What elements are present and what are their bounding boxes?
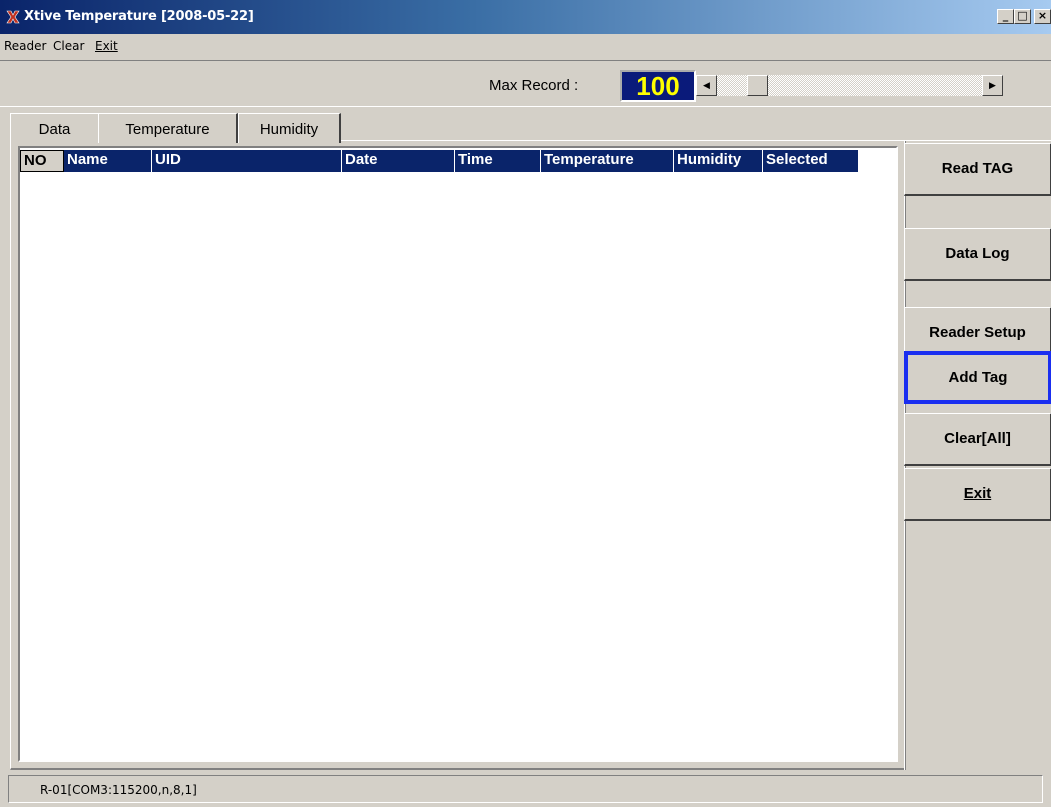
tab-data[interactable]: Data [10, 113, 98, 143]
col-uid[interactable]: UID [152, 150, 342, 172]
col-selected[interactable]: Selected [763, 150, 859, 172]
data-log-button[interactable]: Data Log [904, 228, 1051, 281]
arrow-left-icon[interactable]: ◀ [696, 75, 717, 96]
col-temperature[interactable]: Temperature [541, 150, 674, 172]
close-button[interactable]: × [1034, 9, 1051, 24]
window-title: Xtive Temperature [2008-05-22] [24, 9, 254, 24]
max-record-value: 100 [620, 70, 696, 102]
tab-humidity[interactable]: Humidity [238, 113, 341, 143]
title-bar[interactable]: Xtive Temperature [2008-05-22] _ □ × [0, 0, 1051, 34]
status-text: R-01[COM3:115200,n,8,1] [40, 783, 197, 797]
data-list[interactable]: NO Name UID Date Time Temperature Humidi… [18, 146, 898, 762]
add-tag-button[interactable]: Add Tag [904, 351, 1051, 404]
menu-clear[interactable]: Clear [53, 39, 84, 53]
clear-all-button[interactable]: Clear[All] [904, 413, 1051, 466]
col-humidity[interactable]: Humidity [674, 150, 763, 172]
max-record-scrollbar[interactable]: ◀ ▶ [696, 75, 1003, 96]
menu-exit[interactable]: Exit [95, 39, 118, 53]
status-bar: R-01[COM3:115200,n,8,1] [0, 772, 1051, 807]
tab-temperature[interactable]: Temperature [98, 113, 238, 143]
col-time[interactable]: Time [455, 150, 541, 172]
menu-reader[interactable]: Reader [4, 39, 46, 53]
arrow-right-icon[interactable]: ▶ [982, 75, 1003, 96]
x-logo-icon [6, 10, 20, 24]
app-window: Xtive Temperature [2008-05-22] _ □ × Rea… [0, 0, 1051, 807]
read-tag-button[interactable]: Read TAG [904, 143, 1051, 196]
col-no[interactable]: NO [20, 150, 64, 172]
toolbar: Max Record : 100 ◀ ▶ [0, 60, 1051, 107]
exit-button[interactable]: Exit [904, 468, 1051, 521]
col-date[interactable]: Date [342, 150, 455, 172]
scrollbar-thumb[interactable] [747, 75, 768, 96]
minimize-button[interactable]: _ [997, 9, 1014, 24]
menu-bar: Reader Clear Exit [0, 34, 1051, 59]
max-record-label: Max Record : [489, 77, 579, 94]
maximize-button[interactable]: □ [1014, 9, 1031, 24]
col-name[interactable]: Name [64, 150, 152, 172]
